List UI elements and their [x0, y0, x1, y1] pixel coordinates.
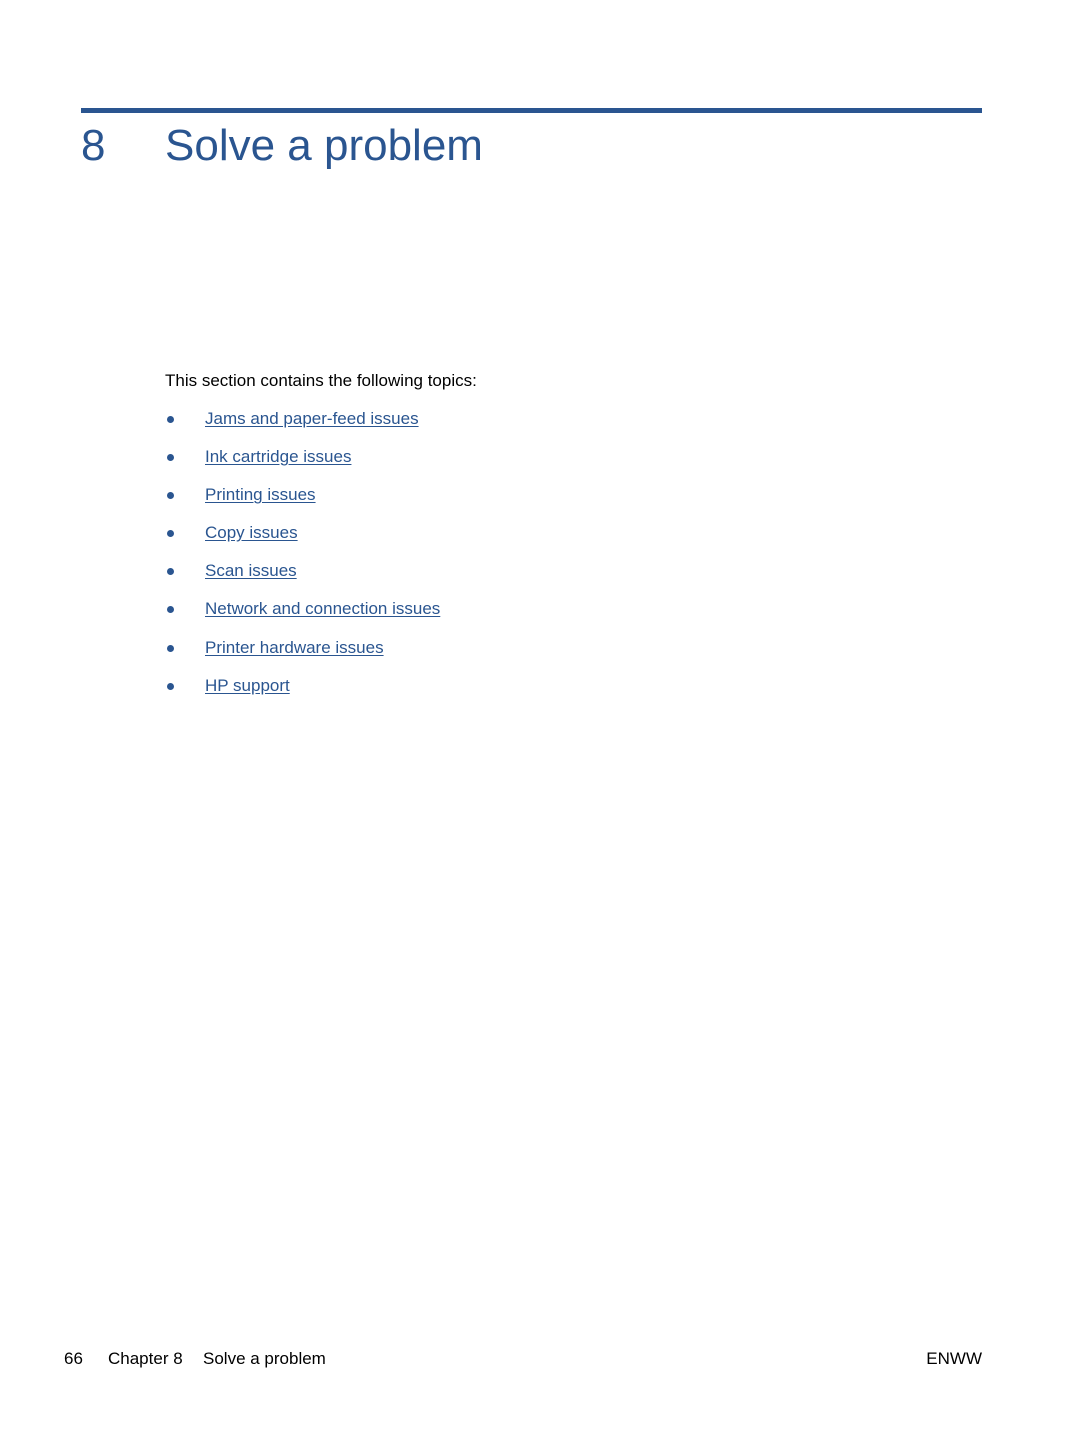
footer-section-label: Solve a problem — [203, 1349, 326, 1368]
topic-link-printer-hardware[interactable]: Printer hardware issues — [205, 638, 384, 658]
page-number: 66 — [64, 1349, 83, 1368]
chapter-number: 8 — [81, 121, 106, 170]
topic-link-jams-paper-feed[interactable]: Jams and paper-feed issues — [205, 409, 419, 429]
topic-link-scan[interactable]: Scan issues — [205, 561, 297, 581]
bullet-icon — [167, 606, 174, 614]
bullet-icon — [167, 530, 174, 538]
intro-text: This section contains the following topi… — [165, 371, 477, 390]
footer-locale-code: ENWW — [926, 1349, 982, 1368]
topic-link-printing[interactable]: Printing issues — [205, 485, 316, 505]
footer-chapter-label: Chapter 8 — [108, 1349, 183, 1368]
bullet-icon — [167, 568, 174, 576]
chapter-title: Solve a problem — [165, 121, 483, 170]
bullet-icon — [167, 644, 174, 652]
topic-link-network-connection[interactable]: Network and connection issues — [205, 599, 440, 619]
topic-link-copy[interactable]: Copy issues — [205, 523, 298, 543]
bullet-icon — [167, 454, 174, 462]
bullet-icon — [167, 416, 174, 423]
bullet-icon — [167, 682, 174, 690]
chapter-top-rule — [81, 108, 982, 113]
topic-link-hp-support[interactable]: HP support — [205, 676, 290, 696]
topic-link-ink-cartridge[interactable]: Ink cartridge issues — [205, 447, 351, 467]
bullet-icon — [167, 492, 174, 500]
